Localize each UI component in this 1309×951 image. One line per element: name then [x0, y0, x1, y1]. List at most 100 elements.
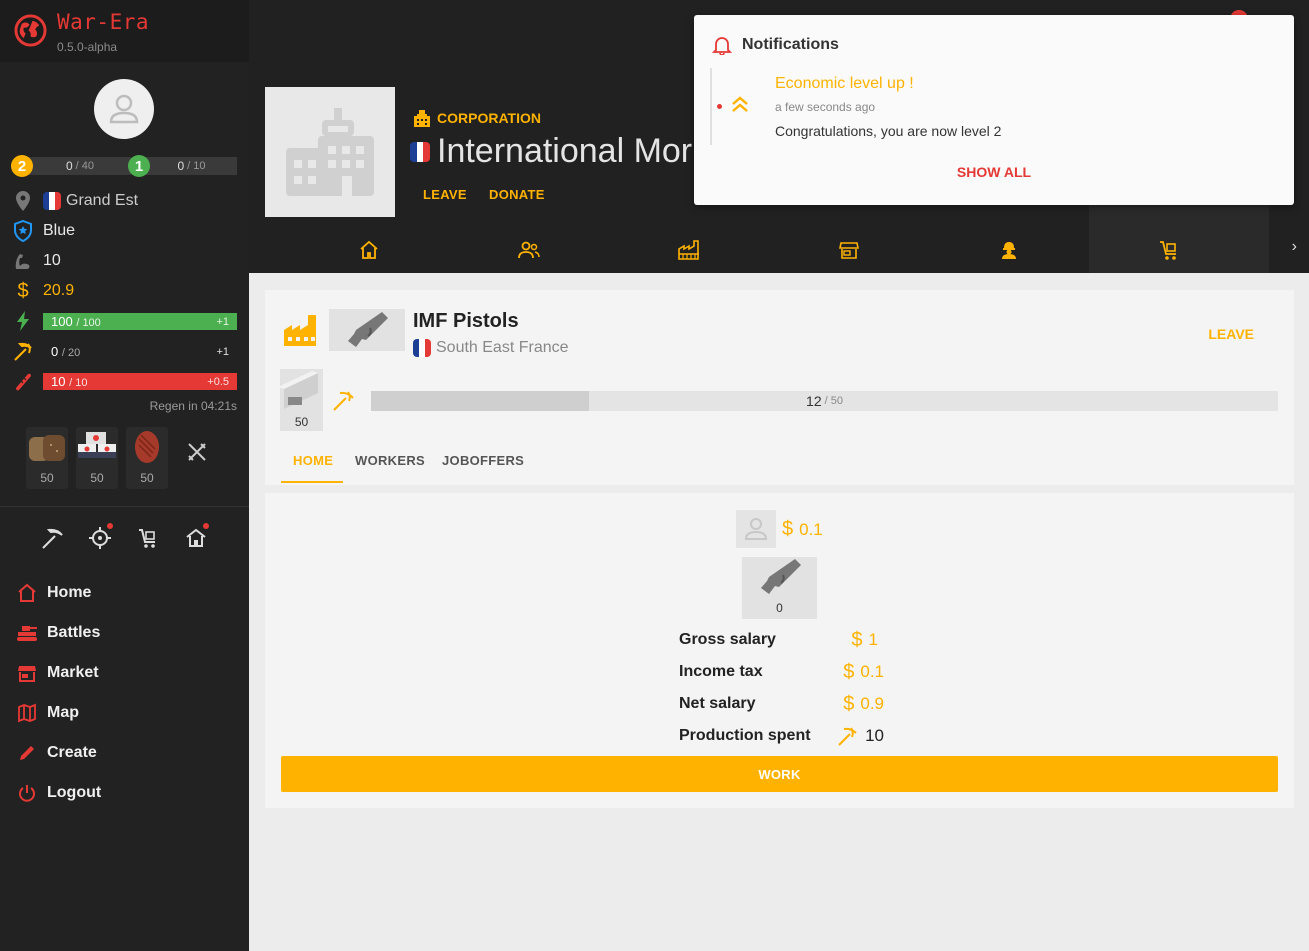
location-icon: [12, 190, 34, 212]
dollar-icon: $: [843, 692, 855, 715]
wage-per-unit: $ 0.1: [782, 518, 823, 540]
show-all-button[interactable]: SHOW ALL: [694, 164, 1294, 180]
energy-regen: +1: [216, 315, 229, 328]
tab-workers[interactable]: [997, 238, 1021, 262]
dollar-icon: $: [17, 279, 29, 302]
income-tax-row: Income tax $0.1: [679, 660, 884, 683]
power-icon: [16, 782, 38, 804]
notification-dot: [107, 523, 113, 529]
dollar-icon: $: [843, 660, 855, 683]
user-icon: [744, 518, 768, 540]
party-name: Blue: [43, 222, 76, 239]
donate-button[interactable]: DONATE: [489, 187, 545, 202]
corporation-label: CORPORATION: [413, 109, 541, 127]
bolt-icon: [12, 310, 34, 332]
tab-joboffers[interactable]: JOBOFFERS: [442, 453, 524, 468]
nav-battles[interactable]: Battles: [16, 618, 236, 648]
tab-home[interactable]: [357, 238, 381, 262]
avatar[interactable]: [94, 79, 154, 139]
tab-home[interactable]: HOME: [293, 453, 333, 468]
worker-icon: [1002, 242, 1016, 259]
france-flag-icon: [413, 339, 431, 357]
work-card: $ 0.1 0 Gross salary $1 Income tax $0.1 …: [265, 493, 1294, 808]
company-region[interactable]: South East France: [413, 339, 569, 357]
military-badge: 1: [128, 155, 150, 177]
notifications-panel: Notifications Economic level up ! a few …: [694, 15, 1294, 205]
pickaxe-icon: [12, 340, 34, 362]
eat-button[interactable]: [186, 441, 208, 468]
corporation-logo: [265, 87, 395, 217]
tab-members[interactable]: [517, 238, 541, 262]
money-row: $ 20.9: [12, 279, 237, 303]
produced-item: 0: [742, 557, 817, 619]
muscle-icon: [12, 250, 34, 272]
hunger-bar: 10 / 10 +0.5: [43, 373, 237, 390]
notification-title[interactable]: Economic level up !: [775, 75, 914, 93]
sushi-icon: [76, 427, 118, 467]
pickaxe-icon: [838, 727, 857, 746]
timeline-line: [710, 68, 712, 145]
quick-work-button[interactable]: [39, 525, 65, 551]
shield-star-icon: [12, 220, 34, 242]
double-chevron-up-icon: [731, 95, 749, 118]
steel-icon: [280, 371, 318, 409]
nav-create[interactable]: Create: [16, 738, 236, 768]
notification-time: a few seconds ago: [775, 100, 876, 114]
food-sushi[interactable]: 50: [76, 427, 118, 489]
bread-icon: [26, 427, 68, 467]
pistol-icon: [760, 559, 801, 594]
nav-logout[interactable]: Logout: [16, 778, 236, 808]
region-row[interactable]: Grand Est: [12, 189, 237, 213]
bread-icon: [12, 370, 34, 392]
nav-market[interactable]: Market: [16, 658, 236, 688]
steak-icon: [126, 427, 168, 467]
app-version: 0.5.0-alpha: [57, 40, 118, 54]
raw-material-item[interactable]: 50: [280, 369, 323, 431]
food-bread[interactable]: 50: [26, 427, 68, 489]
level-badge: 2: [11, 155, 33, 177]
app-title: War-Era: [57, 10, 150, 34]
store-icon: [16, 662, 38, 684]
work-button[interactable]: WORK: [281, 756, 1278, 792]
brand[interactable]: War-Era 0.5.0-alpha: [0, 0, 249, 62]
factory-icon: [678, 240, 699, 260]
tab-workers[interactable]: WORKERS: [355, 453, 425, 468]
pistol-icon: [348, 312, 388, 347]
quick-market-button[interactable]: [135, 525, 161, 551]
leave-corporation-button[interactable]: LEAVE: [423, 187, 467, 202]
leave-company-button[interactable]: LEAVE: [1208, 326, 1254, 342]
nav-home[interactable]: Home: [16, 578, 236, 608]
building-icon: [414, 110, 430, 127]
military-bar: 0/ 10: [146, 157, 237, 175]
bell-icon: [712, 37, 732, 55]
fork-knife-icon: [188, 443, 206, 461]
tank-icon: [16, 622, 38, 644]
company-card: IMF Pistols South East France LEAVE 50 1…: [265, 290, 1294, 485]
cart-icon: [1160, 241, 1176, 260]
quick-home-button[interactable]: [183, 523, 209, 551]
quick-battle-button[interactable]: [87, 523, 113, 551]
production-spent-row: Production spent 10: [679, 726, 884, 746]
factory-icon: [283, 313, 319, 352]
tab-market[interactable]: [837, 238, 861, 262]
level-gauge: 2 0/ 40: [11, 155, 131, 177]
energy-bar: 100 / 100 +1: [43, 313, 237, 330]
production-regen: +1: [216, 345, 229, 358]
food-steak[interactable]: 50: [126, 427, 168, 489]
notification-message: Congratulations, you are now level 2: [775, 123, 1002, 139]
france-flag-icon: [43, 192, 61, 210]
notification-dot: [203, 523, 209, 529]
military-gauge: 1 0/ 10: [128, 155, 237, 177]
company-name[interactable]: IMF Pistols: [413, 310, 519, 333]
tab-companies[interactable]: [677, 238, 701, 262]
pickaxe-icon: [42, 528, 63, 549]
region-name: Grand Est: [66, 192, 139, 209]
dollar-icon: $: [851, 628, 863, 651]
tab-logistics[interactable]: [1157, 238, 1181, 262]
cart-icon: [139, 529, 155, 548]
gross-salary-row: Gross salary $1: [679, 628, 878, 651]
home-icon: [360, 240, 378, 259]
nav-map[interactable]: Map: [16, 698, 236, 728]
party-row[interactable]: Blue: [12, 219, 237, 243]
chevron-right-icon[interactable]: ›: [1292, 238, 1297, 256]
